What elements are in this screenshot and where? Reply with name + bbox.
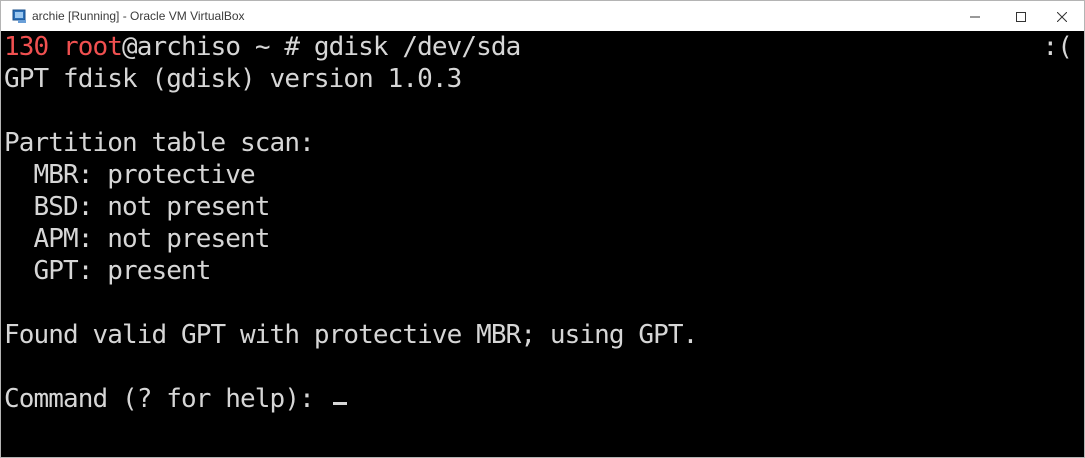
vm-console[interactable]: 130 root@archiso ~ # gdisk /dev/sda :( GP… (1, 31, 1084, 457)
prompt-line: 130 root@archiso ~ # gdisk /dev/sda :( (4, 31, 1084, 63)
text-cursor (332, 402, 347, 405)
command-prompt-text: Command (? for help): (4, 384, 329, 414)
close-button[interactable] (1039, 1, 1085, 31)
window-title: archie [Running] - Oracle VM VirtualBox (32, 9, 245, 23)
found-gpt-line: Found valid GPT with protective MBR; usi… (4, 320, 698, 350)
title-bar[interactable]: archie [Running] - Oracle VM VirtualBox (1, 1, 1084, 31)
typed-command: gdisk /dev/sda (313, 32, 521, 62)
prompt-user: root (63, 32, 123, 62)
command-prompt-line[interactable]: Command (? for help): (4, 383, 1084, 415)
virtualbox-window: archie [Running] - Oracle VM VirtualBox … (0, 0, 1085, 458)
bsd-line: BSD: not present (4, 192, 271, 222)
mbr-line: MBR: protective (4, 160, 256, 190)
minimize-icon (970, 7, 980, 26)
exit-code: 130 (4, 32, 49, 62)
scan-header-line: Partition table scan: (4, 128, 315, 158)
version-line: GPT fdisk (gdisk) version 1.0.3 (4, 64, 462, 94)
gpt-line: GPT: present (4, 256, 212, 286)
maximize-button[interactable] (998, 1, 1044, 31)
virtualbox-icon (12, 8, 28, 24)
prompt-host-path: @archiso ~ # (122, 32, 314, 62)
minimize-button[interactable] (952, 1, 998, 31)
apm-line: APM: not present (4, 224, 271, 254)
close-icon (1056, 7, 1068, 26)
maximize-icon (1016, 7, 1026, 26)
status-face: :( (1042, 32, 1072, 62)
